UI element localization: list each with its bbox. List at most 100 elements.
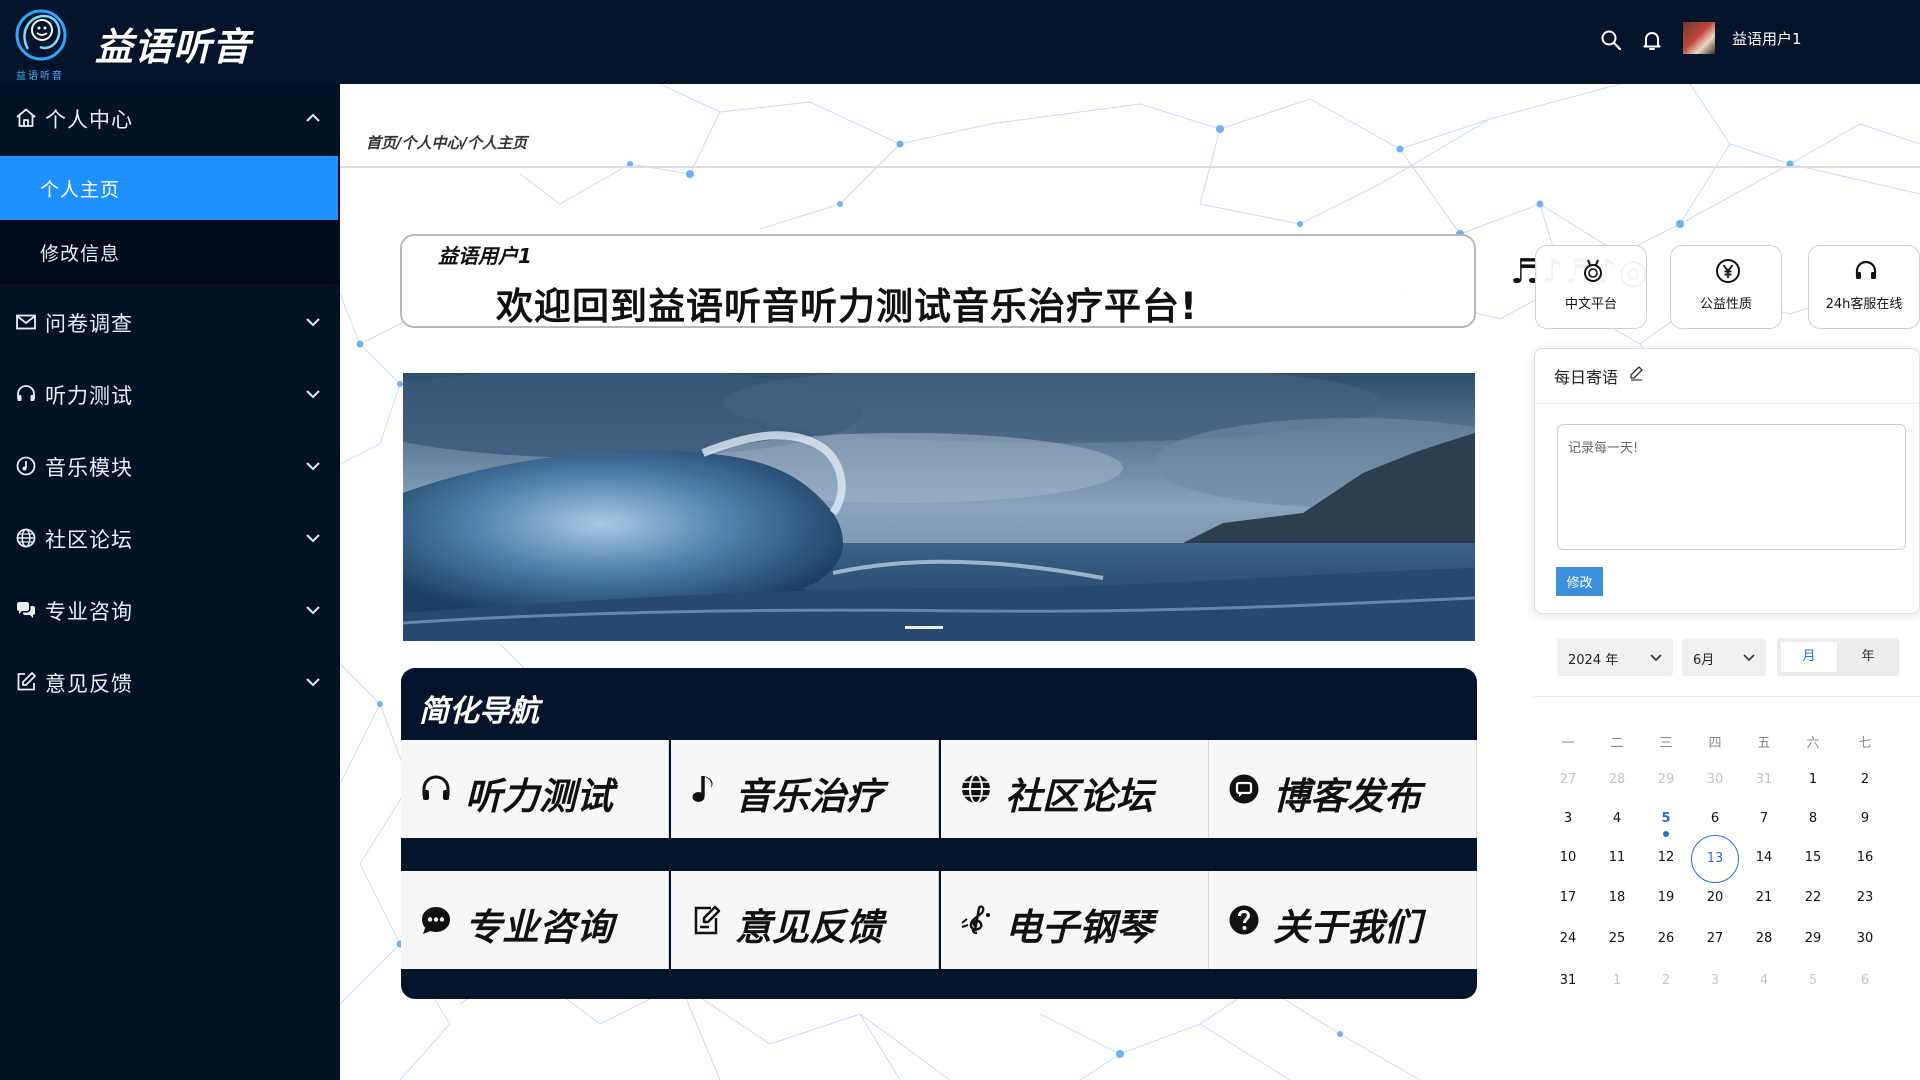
bell-icon[interactable] bbox=[1640, 28, 1664, 52]
feature-public-welfare[interactable]: 公益性质 bbox=[1670, 245, 1782, 329]
medal-icon bbox=[1584, 259, 1602, 282]
calendar-day[interactable]: 9 bbox=[1845, 811, 1885, 826]
event-dot bbox=[1663, 831, 1669, 837]
sidebar-group-feedback[interactable]: 意见反馈 bbox=[0, 648, 340, 716]
nav-music-therapy[interactable]: 音乐治疗 bbox=[671, 740, 939, 838]
month-select[interactable]: 6月 bbox=[1682, 638, 1766, 676]
nav-piano[interactable]: 电子钢琴 bbox=[941, 871, 1209, 969]
nav-label: 听力测试 bbox=[465, 775, 613, 818]
pencil-icon[interactable] bbox=[1628, 365, 1644, 381]
nav-title: 简化导航 bbox=[419, 694, 539, 729]
sidebar-group-survey[interactable]: 问卷调查 bbox=[0, 288, 340, 356]
calendar-day[interactable]: 31 bbox=[1744, 772, 1784, 787]
modify-button[interactable]: 修改 bbox=[1556, 567, 1603, 596]
calendar-day[interactable]: 2 bbox=[1845, 772, 1885, 787]
calendar-day[interactable]: 4 bbox=[1744, 973, 1784, 988]
calendar-day[interactable]: 21 bbox=[1744, 890, 1784, 905]
calendar-day[interactable]: 14 bbox=[1744, 850, 1784, 865]
daily-quote-card: 每日寄语 修改 bbox=[1534, 348, 1920, 614]
calendar-day[interactable]: 28 bbox=[1744, 931, 1784, 946]
nav-consulting[interactable]: 专业咨询 bbox=[401, 871, 669, 969]
calendar-day[interactable]: 30 bbox=[1845, 931, 1885, 946]
sidebar-group-hearing-test[interactable]: 听力测试 bbox=[0, 360, 340, 428]
sidebar-group-personal-center[interactable]: 个人中心 bbox=[0, 84, 340, 152]
calendar-day[interactable]: 16 bbox=[1845, 850, 1885, 865]
calendar-day[interactable]: 6 bbox=[1845, 973, 1885, 988]
calendar-day[interactable]: 29 bbox=[1646, 772, 1686, 787]
calendar-day[interactable]: 7 bbox=[1744, 811, 1784, 826]
feature-24h-support[interactable]: 24h客服在线 bbox=[1808, 245, 1920, 329]
header-user-name[interactable]: 益语用户1 bbox=[1732, 28, 1802, 49]
sidebar-group-music-module[interactable]: 音乐模块 bbox=[0, 432, 340, 500]
calendar-day[interactable]: 5 bbox=[1646, 811, 1686, 826]
avatar[interactable] bbox=[1683, 22, 1715, 54]
calendar-day[interactable]: 2 bbox=[1646, 973, 1686, 988]
nav-forum[interactable]: 社区论坛 bbox=[941, 740, 1209, 838]
calendar-day[interactable]: 24 bbox=[1548, 931, 1588, 946]
calendar-day[interactable]: 11 bbox=[1597, 850, 1637, 865]
home-icon bbox=[16, 108, 36, 127]
calendar-day[interactable]: 1 bbox=[1597, 973, 1637, 988]
calendar-day[interactable]: 3 bbox=[1695, 973, 1735, 988]
sidebar-item-profile-home[interactable]: 个人主页 bbox=[0, 156, 338, 220]
calendar-day[interactable]: 15 bbox=[1793, 850, 1833, 865]
calendar-day[interactable]: 25 bbox=[1597, 931, 1637, 946]
calendar-day[interactable]: 27 bbox=[1695, 931, 1735, 946]
carousel-indicator[interactable] bbox=[905, 626, 943, 629]
sidebar-item-edit-info[interactable]: 修改信息 bbox=[0, 220, 338, 284]
ocean-wave-image[interactable] bbox=[403, 373, 1475, 641]
calendar-day[interactable]: 1 bbox=[1793, 772, 1833, 787]
calendar: 2024 年 6月 月 年 一 二 三 四 五 六 七 27 28 29 30 31 1 2… bbox=[1534, 622, 1920, 1080]
calendar-day[interactable]: 31 bbox=[1548, 973, 1588, 988]
calendar-day[interactable]: 8 bbox=[1793, 811, 1833, 826]
calendar-day[interactable]: 18 bbox=[1597, 890, 1637, 905]
calendar-divider bbox=[1534, 696, 1920, 697]
sidebar-item-label: 修改信息 bbox=[40, 243, 121, 265]
sidebar-group-consulting[interactable]: 专业咨询 bbox=[0, 576, 340, 644]
calendar-day[interactable]: 12 bbox=[1646, 850, 1686, 865]
calendar-day[interactable]: 6 bbox=[1695, 811, 1735, 826]
calendar-day[interactable]: 28 bbox=[1597, 772, 1637, 787]
feature-label: 中文平台 bbox=[1564, 297, 1617, 312]
nav-feedback[interactable]: 意见反馈 bbox=[671, 871, 939, 969]
search-icon[interactable] bbox=[1599, 28, 1623, 52]
nav-about-us[interactable]: 关于我们 bbox=[1209, 871, 1477, 969]
calendar-day[interactable]: 10 bbox=[1548, 850, 1588, 865]
calendar-day[interactable]: 17 bbox=[1548, 890, 1588, 905]
nav-blog-post[interactable]: 博客发布 bbox=[1209, 740, 1477, 838]
weekday-label: 一 bbox=[1561, 736, 1575, 751]
chevron-up-icon bbox=[306, 113, 320, 122]
year-value: 2024 年 bbox=[1568, 653, 1619, 668]
feature-chinese-platform[interactable]: 中文平台 bbox=[1535, 245, 1647, 329]
welcome-user-name: 益语用户1 bbox=[438, 244, 532, 268]
daily-quote-input[interactable] bbox=[1557, 424, 1906, 550]
sidebar-group-label: 意见反馈 bbox=[45, 672, 133, 696]
chevron-down-icon bbox=[1743, 654, 1755, 662]
year-select[interactable]: 2024 年 bbox=[1557, 638, 1673, 676]
calendar-day[interactable]: 19 bbox=[1646, 890, 1686, 905]
calendar-day[interactable]: 27 bbox=[1548, 772, 1588, 787]
treble-clef-icon bbox=[961, 905, 990, 935]
sidebar-group-label: 问卷调查 bbox=[45, 312, 133, 336]
calendar-day[interactable]: 4 bbox=[1597, 811, 1637, 826]
calendar-day[interactable]: 23 bbox=[1845, 890, 1885, 905]
calendar-day[interactable]: 3 bbox=[1548, 811, 1588, 826]
daily-quote-title: 每日寄语 bbox=[1554, 368, 1619, 387]
sidebar-group-label: 专业咨询 bbox=[45, 600, 133, 624]
nav-hearing-test[interactable]: 听力测试 bbox=[401, 740, 669, 838]
calendar-day-today[interactable]: 13 bbox=[1691, 835, 1739, 883]
calendar-day[interactable]: 22 bbox=[1793, 890, 1833, 905]
nav-label: 关于我们 bbox=[1273, 906, 1421, 949]
calendar-day[interactable]: 26 bbox=[1646, 931, 1686, 946]
year-view-button[interactable]: 年 bbox=[1840, 642, 1896, 672]
calendar-day[interactable]: 29 bbox=[1793, 931, 1833, 946]
sidebar-item-label: 个人主页 bbox=[40, 179, 121, 201]
sidebar-group-forum[interactable]: 社区论坛 bbox=[0, 504, 340, 572]
month-view-button[interactable]: 月 bbox=[1781, 642, 1837, 672]
sidebar: 个人中心 个人主页 修改信息 问卷调查 听力测试 音乐模块 社区论坛 专业咨询 … bbox=[0, 84, 340, 1080]
calendar-day[interactable]: 30 bbox=[1695, 772, 1735, 787]
calendar-day[interactable]: 20 bbox=[1695, 890, 1735, 905]
calendar-day[interactable]: 5 bbox=[1793, 973, 1833, 988]
weekday-label: 五 bbox=[1757, 736, 1771, 751]
feature-label: 24h客服在线 bbox=[1825, 297, 1903, 312]
